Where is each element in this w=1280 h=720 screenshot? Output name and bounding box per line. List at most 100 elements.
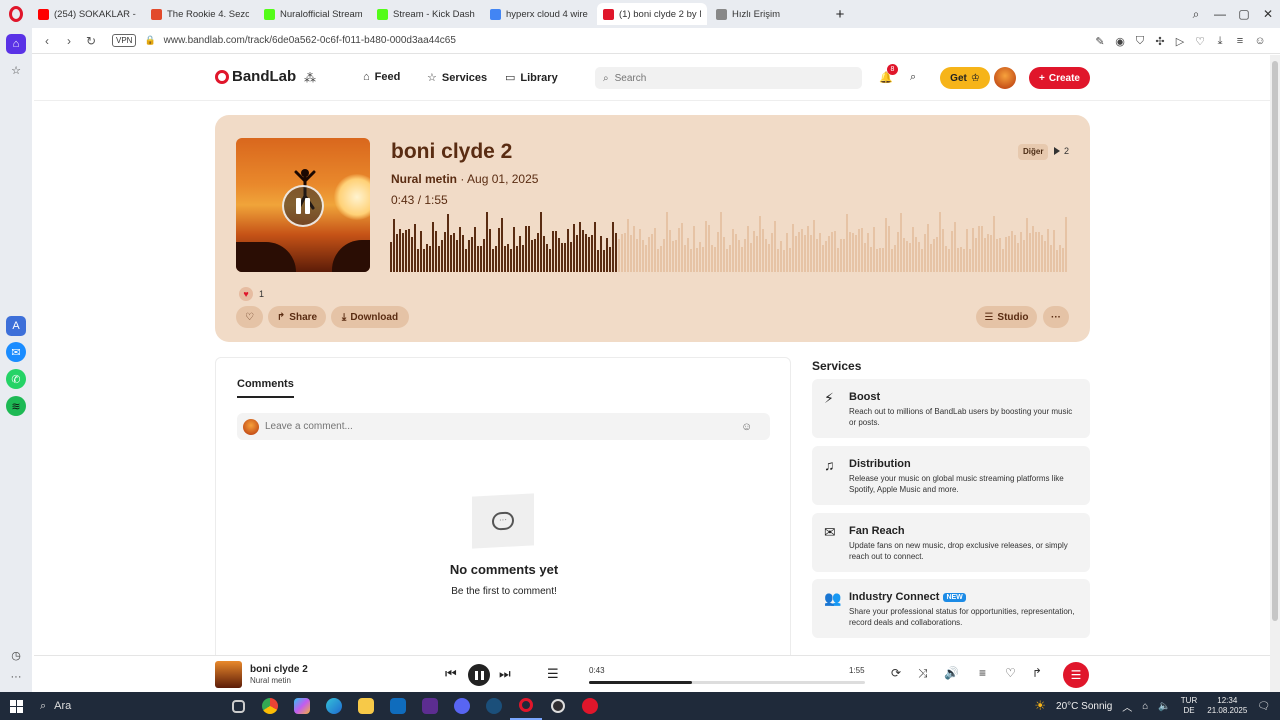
browser-tab[interactable]: Hızlı Erişim xyxy=(710,3,820,25)
heart-icon[interactable]: ♡ xyxy=(1194,35,1206,48)
lock-icon[interactable]: 🔒 xyxy=(144,35,155,46)
apps-grid-icon[interactable]: ⁂ xyxy=(304,71,316,85)
page-scrollbar[interactable] xyxy=(1270,55,1280,692)
more-icon[interactable]: ··· xyxy=(6,667,26,687)
task-view-icon[interactable] xyxy=(222,692,254,720)
volume-tray-icon[interactable]: 🔈 xyxy=(1158,701,1170,712)
browser-tab[interactable]: The Rookie 4. Sezon 19. B xyxy=(145,3,255,25)
notification-center-icon[interactable]: 🗨 xyxy=(1257,701,1270,712)
service-card[interactable]: 👥 Industry Connect NEW Share your professio… xyxy=(812,579,1090,638)
waveform-seekbar[interactable] xyxy=(390,212,1068,272)
get-membership-button[interactable]: Get ♔ xyxy=(940,67,990,89)
tab-comments[interactable]: Comments xyxy=(237,378,294,398)
start-button[interactable] xyxy=(0,692,32,720)
browser-tab[interactable]: (1) boni clyde 2 by Nu xyxy=(597,3,707,25)
studio-button[interactable]: ☰ Studio xyxy=(976,306,1037,328)
repeat-icon[interactable]: ⟳ xyxy=(891,666,901,680)
camera-icon[interactable]: ◉ xyxy=(1114,35,1126,48)
browser-tab[interactable]: (254) SOKAKLAR - YouTu xyxy=(32,3,142,25)
queue-icon[interactable]: ☰ xyxy=(547,666,559,682)
chrome-icon[interactable] xyxy=(254,692,286,720)
copilot-icon[interactable] xyxy=(286,692,318,720)
obs-icon[interactable] xyxy=(542,692,574,720)
search-input[interactable] xyxy=(614,72,835,84)
network-icon[interactable]: ⌂ xyxy=(1142,701,1148,712)
home-icon[interactable]: ⌂ xyxy=(6,34,26,54)
heart-icon[interactable]: ♥ xyxy=(239,287,253,301)
download-button[interactable]: ⤓ Download xyxy=(331,306,409,328)
emoji-icon[interactable]: ☺ xyxy=(741,421,752,433)
header-search-icon[interactable]: ⌕ xyxy=(910,71,916,84)
nav-feed[interactable]: ⌂ Feed xyxy=(363,71,400,83)
bandlab-taskbar-icon[interactable] xyxy=(574,692,606,720)
spotify-icon[interactable]: ≋ xyxy=(6,396,26,416)
volume-icon[interactable]: 🔊 xyxy=(944,666,959,680)
menu-icon[interactable]: ≡ xyxy=(1234,35,1246,47)
clock[interactable]: 12:34 21.08.2025 xyxy=(1207,696,1247,716)
add-to-playlist-icon[interactable]: ≡ xyxy=(979,666,986,680)
whatsapp-icon[interactable]: ✆ xyxy=(6,369,26,389)
browser-tab[interactable]: hyperx cloud 4 wireless - xyxy=(484,3,594,25)
player-track-title[interactable]: boni clyde 2 xyxy=(250,664,308,675)
opera-taskbar-icon[interactable] xyxy=(510,692,542,720)
service-card[interactable]: ✉ Fan Reach Update fans on new music, drop… xyxy=(812,513,1090,572)
maximize-button[interactable]: ▢ xyxy=(1232,7,1256,21)
nav-services[interactable]: ☆ Services xyxy=(427,71,487,85)
edge-icon[interactable] xyxy=(318,692,350,720)
bandlab-logo[interactable]: BandLab xyxy=(215,68,296,85)
download-icon[interactable]: ⤓ xyxy=(1214,35,1226,48)
shuffle-icon[interactable]: ⤨ xyxy=(918,666,928,681)
input-language[interactable]: TUR DE xyxy=(1181,696,1197,716)
track-artist-link[interactable]: Nural metin xyxy=(391,172,457,186)
track-cover-art[interactable] xyxy=(236,138,370,272)
like-track-icon[interactable]: ♡ xyxy=(1005,666,1016,680)
steam-icon[interactable] xyxy=(478,692,510,720)
back-icon[interactable]: ‹ xyxy=(36,34,58,48)
reload-icon[interactable]: ↻ xyxy=(80,34,102,48)
aria-icon[interactable]: A xyxy=(6,316,26,336)
player-menu-button[interactable]: ☰ xyxy=(1063,662,1089,688)
user-avatar[interactable] xyxy=(994,67,1016,89)
nav-library[interactable]: ▭ Library xyxy=(505,71,558,85)
scrollbar-thumb[interactable] xyxy=(1272,61,1278,621)
extensions-icon[interactable]: ✣ xyxy=(1154,35,1166,48)
create-button[interactable]: + Create xyxy=(1029,67,1090,89)
url-field[interactable]: www.bandlab.com/track/6de0a562-0c6f-f011… xyxy=(164,35,456,46)
player-progress-bar[interactable] xyxy=(589,681,865,684)
previous-track-icon[interactable]: ⏮ xyxy=(445,666,457,682)
minimize-button[interactable]: — xyxy=(1208,7,1232,21)
comment-input[interactable] xyxy=(265,421,735,432)
like-button[interactable]: ♡ xyxy=(236,306,263,328)
player-cover-art[interactable] xyxy=(215,661,242,688)
discord-icon[interactable] xyxy=(446,692,478,720)
edit-icon[interactable]: ✎ xyxy=(1094,35,1106,48)
player-pause-button[interactable] xyxy=(468,664,490,686)
history-icon[interactable]: ◷ xyxy=(6,645,26,665)
profile-icon[interactable]: ☺ xyxy=(1254,35,1266,47)
messenger-icon[interactable]: ✉ xyxy=(6,342,26,362)
service-card[interactable]: ⚡ Boost Reach out to millions of BandLab u… xyxy=(812,379,1090,438)
more-options-button[interactable]: ··· xyxy=(1043,306,1069,328)
bookmarks-icon[interactable]: ☆ xyxy=(6,60,26,80)
tab-search-icon[interactable]: ⌕ xyxy=(1184,7,1208,22)
close-window-button[interactable]: ✕ xyxy=(1256,7,1280,21)
player-artist[interactable]: Nural metin xyxy=(250,676,291,685)
notifications-button[interactable]: 🔔 8 xyxy=(879,64,898,84)
pause-overlay-button[interactable] xyxy=(282,185,324,227)
weather-text[interactable]: 20°C Sonnig xyxy=(1056,701,1112,712)
outlook-icon[interactable] xyxy=(382,692,414,720)
shield-icon[interactable]: ⛉ xyxy=(1134,35,1146,48)
player-icon[interactable]: ▷ xyxy=(1174,35,1186,48)
vpn-badge[interactable]: VPN xyxy=(112,34,137,47)
browser-tab[interactable]: Nuralofficial Stream - Wat xyxy=(258,3,368,25)
new-tab-button[interactable]: + xyxy=(829,6,851,23)
tray-chevron-icon[interactable]: ︿ xyxy=(1122,699,1132,714)
visual-studio-icon[interactable] xyxy=(414,692,446,720)
forward-icon[interactable]: › xyxy=(58,34,80,48)
file-explorer-icon[interactable] xyxy=(350,692,382,720)
next-track-icon[interactable]: ⏭ xyxy=(499,666,511,682)
taskbar-search[interactable]: ⌕ Ara xyxy=(32,692,222,720)
browser-tab[interactable]: Stream - Kick Dashboard xyxy=(371,3,481,25)
share-track-icon[interactable]: ↱ xyxy=(1032,666,1042,680)
share-button[interactable]: ↱ Share xyxy=(268,306,326,328)
